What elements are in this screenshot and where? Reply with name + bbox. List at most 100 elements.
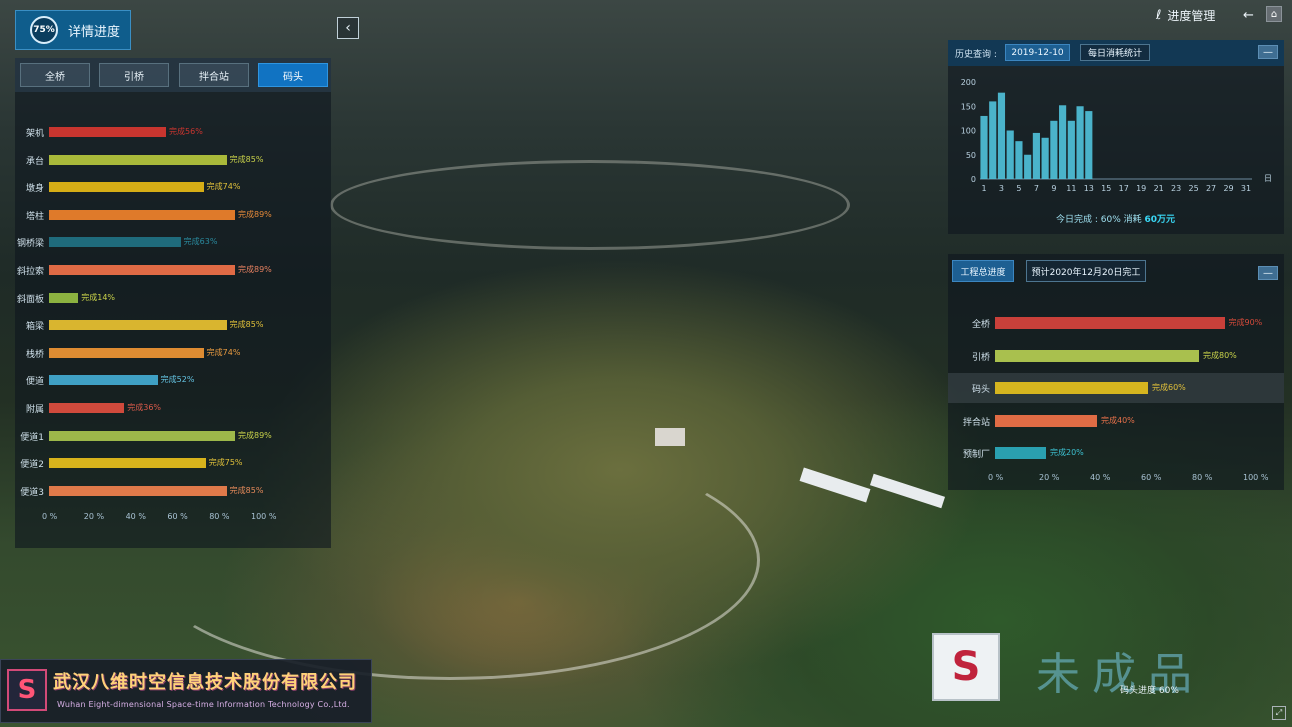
today-summary: 今日完成 : 60% 消耗 60万元	[1056, 212, 1175, 225]
tab-1[interactable]: 引桥	[99, 63, 169, 87]
progress-bar[interactable]	[49, 209, 235, 220]
overall-progress-bar[interactable]	[995, 349, 1199, 362]
overall-progress-value: 完成60%	[1152, 383, 1186, 392]
minimize-history-button[interactable]: —	[1258, 45, 1278, 59]
progress-value: 完成74%	[206, 347, 241, 357]
tab-0[interactable]: 全桥	[20, 63, 90, 87]
progress-value: 完成74%	[206, 182, 241, 192]
progress-row: 栈桥 完成74%	[15, 346, 331, 360]
progress-row-label: 架机	[25, 129, 44, 139]
overall-progress-tab[interactable]: 工程总进度	[952, 260, 1014, 282]
axis-tick: 60 %	[167, 512, 188, 521]
progress-bar[interactable]	[49, 403, 125, 413]
progress-value: 完成89%	[238, 430, 272, 440]
chart-bar[interactable]	[997, 92, 1006, 179]
progress-bar[interactable]	[49, 265, 235, 275]
overall-progress-value: 完成20%	[1050, 448, 1084, 457]
progress-bar[interactable]	[49, 375, 158, 386]
date-picker[interactable]: 2019-12-10	[1005, 44, 1070, 61]
progress-bar[interactable]	[49, 154, 227, 165]
progress-row-label: 便道3	[20, 487, 44, 498]
x-tick-label: 17	[1119, 184, 1129, 193]
overall-row: 全桥 完成90%	[948, 315, 1284, 331]
x-tick-label: 1	[981, 184, 986, 193]
progress-value: 完成56%	[169, 127, 203, 136]
progress-value: 完成85%	[229, 154, 264, 164]
progress-bar[interactable]	[49, 485, 227, 496]
progress-bar[interactable]	[49, 182, 204, 193]
x-tick-label: 31	[1241, 184, 1251, 193]
chart-bar[interactable]	[980, 115, 988, 179]
progress-row: 便道1 完成89%	[15, 429, 331, 443]
chart-bar[interactable]	[1015, 141, 1023, 179]
axis-tick: 20 %	[83, 512, 105, 521]
history-query-label: 历史查询 :	[955, 50, 997, 60]
progress-bar[interactable]	[49, 347, 204, 358]
progress-row-label: 便道1	[20, 432, 44, 443]
history-panel: 历史查询 : 2019-12-10 每日消耗统计 — 0 50 100 150 200 1…	[948, 40, 1284, 234]
chart-bar[interactable]	[1076, 106, 1084, 179]
progress-row: 架机 完成56%	[15, 125, 331, 139]
overall-progress-bar[interactable]	[995, 317, 1225, 329]
progress-row-label: 钢桥梁	[16, 239, 44, 250]
daily-consumption-button[interactable]: 每日消耗统计	[1080, 44, 1150, 61]
overall-row: 预制厂 完成20%	[948, 445, 1284, 461]
chart-bar[interactable]	[1059, 105, 1067, 179]
x-tick-label: 25	[1189, 184, 1199, 193]
progress-value: 完成14%	[81, 292, 116, 302]
minimize-overall-button[interactable]: —	[1258, 266, 1278, 280]
x-tick-label: 7	[1034, 184, 1039, 193]
y-tick-label: 0	[971, 175, 976, 184]
progress-row-label: 墩身	[25, 184, 44, 195]
progress-value: 完成85%	[229, 485, 264, 495]
forecast-completion: 预计2020年12月20日完工	[1026, 260, 1146, 282]
chart-bar[interactable]	[1041, 137, 1049, 179]
y-tick-label: 200	[961, 78, 976, 87]
x-unit-label: 日	[1264, 174, 1272, 183]
progress-row: 附属 完成36%	[15, 401, 331, 415]
overall-progress-bar[interactable]	[995, 447, 1046, 459]
fullscreen-icon[interactable]: ⤢	[1272, 706, 1286, 720]
company-watermark: S 武汉八维时空信息技术股份有限公司 Wuhan Eight-dimension…	[0, 659, 372, 723]
progress-bar[interactable]	[49, 430, 235, 441]
overall-axis-tick: 0 %	[988, 473, 1004, 482]
chart-bar[interactable]	[1085, 111, 1093, 179]
chart-bar[interactable]	[1006, 130, 1014, 180]
progress-value: 完成89%	[238, 209, 272, 219]
progress-bar[interactable]	[49, 292, 79, 303]
overall-progress-bar[interactable]	[995, 414, 1097, 427]
axis-tick: 100 %	[251, 512, 277, 521]
chart-bar[interactable]	[1024, 154, 1032, 179]
progress-bar[interactable]	[49, 127, 167, 137]
tab-3[interactable]: 码头	[258, 63, 328, 87]
progress-row: 塔柱 完成89%	[15, 208, 331, 222]
progress-row: 斜面板 完成14%	[15, 291, 331, 305]
overall-row: 拌合站 完成40%	[948, 413, 1284, 429]
x-tick-label: 27	[1206, 184, 1216, 193]
progress-bar[interactable]	[49, 237, 181, 248]
progress-bar[interactable]	[49, 320, 227, 331]
chart-bar[interactable]	[1032, 132, 1040, 179]
progress-row-label: 承台	[25, 156, 44, 167]
progress-bar[interactable]	[49, 458, 206, 469]
building-decoration	[869, 473, 946, 509]
chart-bar[interactable]	[1067, 120, 1075, 179]
progress-value: 完成89%	[238, 265, 272, 274]
tab-2[interactable]: 拌合站	[179, 63, 249, 87]
arrow-left-icon[interactable]: ←	[1243, 8, 1254, 23]
overall-row-label: 引桥	[971, 352, 990, 363]
progress-row-label: 便道	[25, 377, 44, 388]
overall-progress-bar[interactable]	[995, 382, 1148, 394]
overall-progress-panel: 工程总进度 预计2020年12月20日完工 — 全桥 完成90% 引桥 完成80% 码头…	[948, 254, 1284, 490]
progress-value: 完成75%	[208, 458, 243, 468]
building-decoration	[655, 428, 685, 446]
overall-row: 码头 完成60%	[948, 373, 1284, 403]
x-tick-label: 19	[1136, 184, 1146, 193]
chart-bar[interactable]	[1050, 120, 1058, 179]
progress-row: 便道3 完成85%	[15, 484, 331, 498]
progress-value: 完成63%	[183, 237, 218, 247]
overall-row-label: 拌合站	[962, 417, 990, 428]
home-icon[interactable]: ⌂	[1266, 6, 1282, 22]
collapse-panel-button[interactable]: ‹	[337, 17, 359, 39]
chart-bar[interactable]	[989, 101, 997, 179]
